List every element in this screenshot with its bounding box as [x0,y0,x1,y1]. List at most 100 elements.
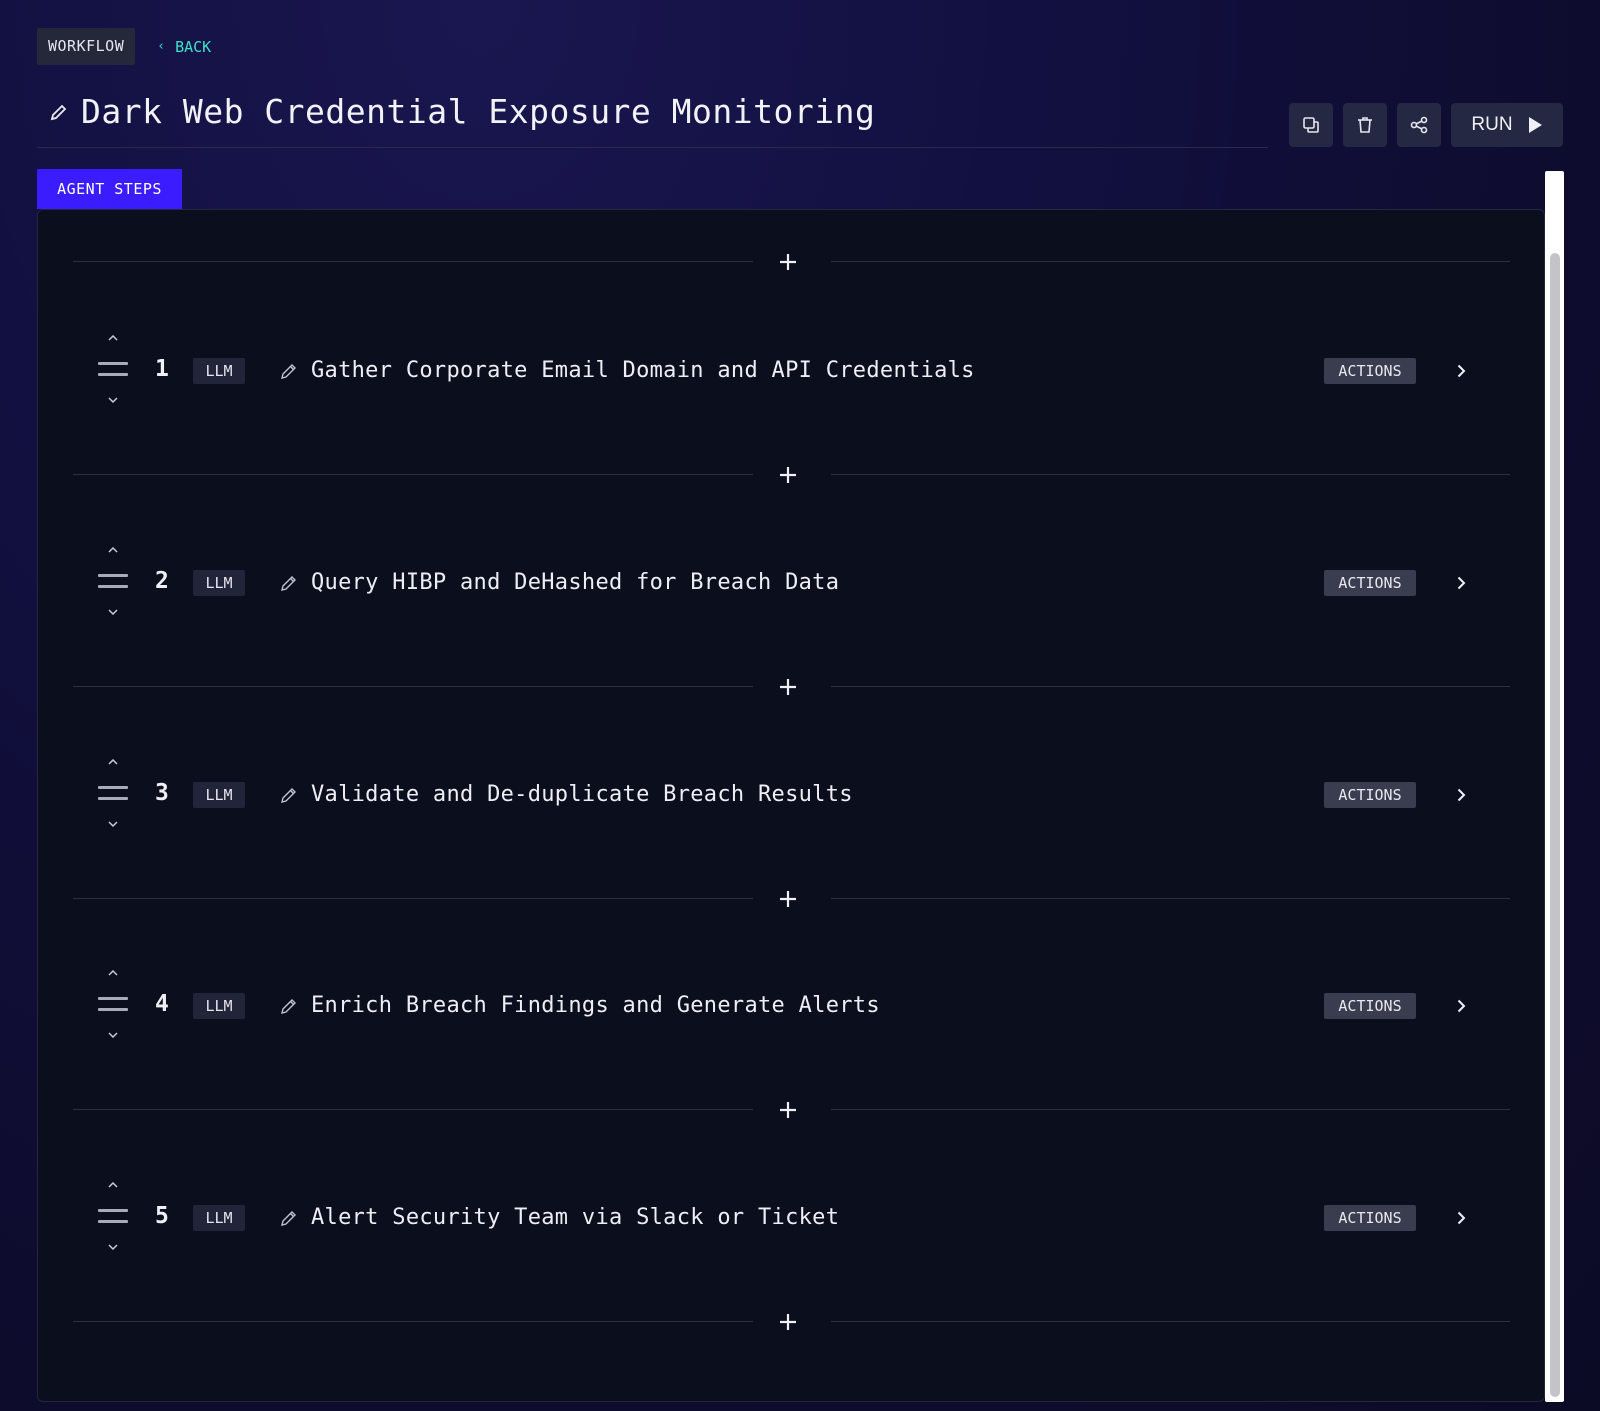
move-up-button[interactable] [105,332,121,344]
reorder-controls [98,1179,128,1269]
step-row[interactable]: 5 LLM Alert Security Team via Slack or Tic… [38,1179,1546,1269]
step-row[interactable]: 4 LLM Enrich Breach Findings and Generate … [38,967,1546,1057]
step-type-badge: LLM [193,570,245,596]
divider-line [831,1321,1510,1322]
move-up-button[interactable] [105,967,121,979]
chevron-up-icon [108,970,118,976]
reorder-controls [98,756,128,846]
step-row[interactable]: 3 LLM Validate and De-duplicate Breach Res… [38,756,1546,846]
move-down-button[interactable] [105,394,121,406]
step-number: 3 [155,780,169,806]
move-down-button[interactable] [105,1241,121,1253]
expand-step-button[interactable] [1450,1207,1472,1229]
step-type-badge: LLM [193,1205,245,1231]
drag-handle[interactable] [98,574,128,590]
reorder-controls [98,967,128,1057]
back-link[interactable]: ‹ BACK [157,38,211,56]
back-label: BACK [175,37,212,56]
move-up-button[interactable] [105,544,121,556]
duplicate-button[interactable] [1289,103,1333,147]
drag-handle[interactable] [98,362,128,378]
expand-step-button[interactable] [1450,995,1472,1017]
step-title[interactable]: Query HIBP and DeHashed for Breach Data [311,569,839,597]
toolbar: RUN [1289,103,1563,147]
divider-line [831,898,1510,899]
add-step-button[interactable] [776,463,800,487]
copy-icon [1303,117,1319,133]
chevron-down-icon [108,609,118,615]
move-down-button[interactable] [105,606,121,618]
share-button[interactable] [1397,103,1441,147]
move-down-button[interactable] [105,1029,121,1041]
step-title[interactable]: Gather Corporate Email Domain and API Cr… [311,357,975,385]
share-icon [1410,116,1428,134]
add-step-button[interactable] [776,1098,800,1122]
actions-button[interactable]: ACTIONS [1324,358,1416,384]
actions-button[interactable]: ACTIONS [1324,782,1416,808]
tab-agent-steps[interactable]: AGENT STEPS [37,169,182,209]
step-title[interactable]: Alert Security Team via Slack or Ticket [311,1204,839,1232]
chevron-right-icon [1457,1211,1465,1225]
add-step-divider [73,463,1510,487]
divider-line [73,898,753,899]
pencil-icon[interactable] [280,362,298,380]
expand-step-button[interactable] [1450,360,1472,382]
pencil-icon[interactable] [280,574,298,592]
chevron-up-icon [108,759,118,765]
add-step-divider [73,675,1510,699]
add-step-button[interactable] [776,1310,800,1334]
expand-step-button[interactable] [1450,572,1472,594]
add-step-button[interactable] [776,887,800,911]
reorder-controls [98,544,128,634]
workflow-crumb[interactable]: WORKFLOW [37,28,136,65]
chevron-right-icon [1457,364,1465,378]
chevron-down-icon [108,1244,118,1250]
title-row: Dark Web Credential Exposure Monitoring [37,92,1268,148]
scrollbar[interactable] [1545,171,1564,1402]
move-down-button[interactable] [105,818,121,830]
pencil-icon[interactable] [49,102,69,122]
play-icon [1528,117,1542,133]
step-number: 1 [155,356,169,382]
drag-handle[interactable] [98,786,128,802]
step-row[interactable]: 2 LLM Query HIBP and DeHashed for Breach D… [38,544,1546,634]
add-step-button[interactable] [776,250,800,274]
move-up-button[interactable] [105,1179,121,1191]
step-number: 5 [155,1203,169,1229]
plus-icon [780,467,796,483]
actions-button[interactable]: ACTIONS [1324,1205,1416,1231]
divider-line [831,474,1510,475]
add-step-button[interactable] [776,675,800,699]
reorder-controls [98,332,128,422]
add-step-divider [73,1310,1510,1334]
pencil-icon[interactable] [280,786,298,804]
step-row[interactable]: 1 LLM Gather Corporate Email Domain and AP… [38,332,1546,422]
actions-button[interactable]: ACTIONS [1324,570,1416,596]
drag-handle[interactable] [98,997,128,1013]
chevron-right-icon [1457,576,1465,590]
chevron-right-icon [1457,788,1465,802]
agent-steps-panel: 1 LLM Gather Corporate Email Domain and AP… [37,209,1545,1402]
actions-button[interactable]: ACTIONS [1324,993,1416,1019]
chevron-left-icon: ‹ [157,39,166,54]
expand-step-button[interactable] [1450,784,1472,806]
divider-line [831,1109,1510,1110]
chevron-up-icon [108,1182,118,1188]
page-title[interactable]: Dark Web Credential Exposure Monitoring [81,92,875,132]
step-number: 4 [155,991,169,1017]
step-title[interactable]: Validate and De-duplicate Breach Results [311,781,853,809]
step-number: 2 [155,568,169,594]
chevron-down-icon [108,397,118,403]
divider-line [73,1321,753,1322]
move-up-button[interactable] [105,756,121,768]
plus-icon [780,1102,796,1118]
step-title[interactable]: Enrich Breach Findings and Generate Aler… [311,992,880,1020]
drag-handle[interactable] [98,1209,128,1225]
pencil-icon[interactable] [280,1209,298,1227]
delete-button[interactable] [1343,103,1387,147]
pencil-icon[interactable] [280,997,298,1015]
run-button[interactable]: RUN [1451,103,1563,147]
add-step-divider [73,250,1510,274]
scrollbar-thumb[interactable] [1550,253,1560,1397]
add-step-divider [73,1098,1510,1122]
